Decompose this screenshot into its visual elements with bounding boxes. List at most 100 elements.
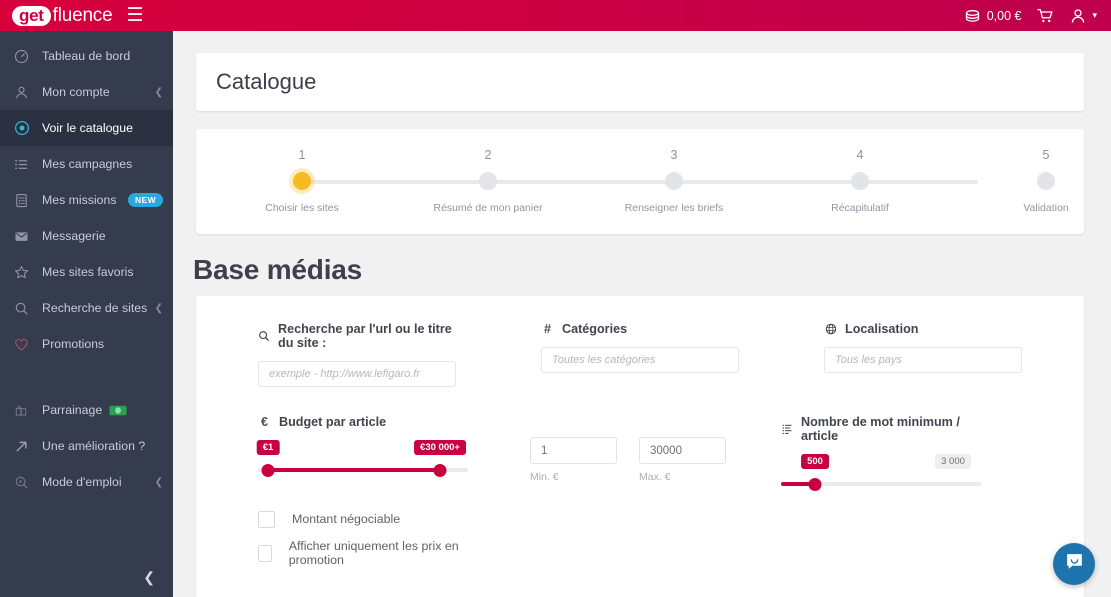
- status-badge-new: NEW: [127, 193, 163, 207]
- step-number: 2: [484, 148, 492, 162]
- sidebar-item-label: Voir le catalogue: [42, 121, 133, 135]
- budget-number-fields: 1 Min. € 30000 Max. €: [530, 415, 726, 570]
- filter-label-text: Catégories: [562, 322, 628, 336]
- sidebar-item-label: Parrainage: [42, 403, 103, 417]
- search-input[interactable]: exemple - http://www.lefigaro.fr: [258, 361, 456, 387]
- sidebar-item-tableau-de-bord[interactable]: Tableau de bord: [0, 38, 173, 74]
- filter-checkboxes: Montant négociable Afficher uniquement l…: [258, 502, 468, 570]
- star-icon: [14, 265, 34, 280]
- top-header-bar: get fluence ☰ 0,00 € ▾: [0, 0, 1111, 31]
- checkbox-row-prix-promotion[interactable]: Afficher uniquement les prix en promotio…: [258, 536, 468, 570]
- budget-min-handle[interactable]: [261, 464, 275, 477]
- max-price-field: 30000 Max. €: [639, 437, 726, 483]
- step-number: 4: [856, 148, 864, 162]
- checkbox-row-montant-negociable[interactable]: Montant négociable: [258, 502, 468, 536]
- sidebar-collapse-button[interactable]: ❮: [0, 557, 173, 597]
- sidebar-item-label: Mes campagnes: [42, 157, 133, 171]
- user-icon: [1070, 8, 1086, 24]
- word-count-slider[interactable]: 500 3 000: [781, 454, 981, 498]
- word-count-handle[interactable]: [808, 478, 822, 491]
- app-root: get fluence ☰ 0,00 € ▾ Tableau de bord M…: [0, 0, 1111, 597]
- step-label: Résumé de mon panier: [433, 202, 543, 214]
- min-price-field: 1 Min. €: [530, 437, 617, 483]
- max-price-label: Max. €: [639, 471, 671, 483]
- step-dot: [1037, 172, 1055, 190]
- stepper-step-3[interactable]: 3 Renseigner les briefs: [599, 129, 749, 214]
- sidebar-item-promotions[interactable]: Promotions: [0, 326, 173, 362]
- sidebar-item-mes-campagnes[interactable]: Mes campagnes: [0, 146, 173, 182]
- sidebar-item-une-amelioration[interactable]: Une amélioration ?: [0, 428, 173, 464]
- sidebar-item-mes-sites-favoris[interactable]: Mes sites favoris: [0, 254, 173, 290]
- filter-budget: € Budget par article €1 €30 000+ Montant…: [256, 415, 468, 570]
- stepper-step-4[interactable]: 4 Récapitulatif: [785, 129, 935, 214]
- filters-card: Recherche par l'url ou le titre du site …: [196, 296, 1084, 597]
- sidebar-item-label: Recherche de sites: [42, 301, 148, 315]
- balance-amount: 0,00 €: [986, 8, 1022, 23]
- search-doc-icon: [14, 475, 34, 490]
- stepper-step-2[interactable]: 2 Résumé de mon panier: [413, 129, 563, 214]
- checkout-stepper-card: 1 Choisir les sites 2 Résumé de mon pani…: [196, 129, 1084, 234]
- page-title-card: Catalogue: [196, 53, 1084, 111]
- min-price-label: Min. €: [530, 471, 559, 483]
- filter-localisation: Localisation Tous les pays: [824, 322, 1022, 387]
- checkbox-label: Montant négociable: [292, 512, 401, 526]
- slider-fill: [268, 468, 440, 472]
- max-price-input[interactable]: 30000: [639, 437, 726, 464]
- list-icon: [14, 157, 34, 172]
- filters-row-sliders: € Budget par article €1 €30 000+ Montant…: [256, 415, 1046, 570]
- step-dot: [851, 172, 869, 190]
- filters-row-top: Recherche par l'url ou le titre du site …: [258, 322, 1046, 387]
- localisation-select[interactable]: Tous les pays: [824, 347, 1022, 373]
- budget-range-slider[interactable]: €1 €30 000+: [256, 440, 468, 484]
- wallet-balance[interactable]: 0,00 €: [964, 8, 1022, 23]
- categories-select[interactable]: Toutes les catégories: [541, 347, 739, 373]
- stepper-step-1[interactable]: 1 Choisir les sites: [227, 129, 377, 214]
- user-icon: [14, 85, 34, 100]
- sidebar-item-voir-le-catalogue[interactable]: Voir le catalogue: [0, 110, 173, 146]
- coins-icon: [964, 9, 981, 23]
- checkbox-prix-promotion[interactable]: [258, 544, 272, 562]
- money-bills-icon: [109, 404, 128, 417]
- sidebar-item-parrainage[interactable]: Parrainage: [0, 392, 173, 428]
- word-count-max-bubble: 3 000: [935, 454, 971, 469]
- min-price-input[interactable]: 1: [530, 437, 617, 464]
- search-icon: [14, 301, 34, 316]
- filter-label-text: Recherche par l'url ou le titre du site …: [278, 322, 452, 350]
- logo[interactable]: get fluence: [0, 0, 113, 31]
- step-dot: [293, 172, 311, 190]
- sidebar-item-label: Mode d'emploi: [42, 475, 122, 489]
- filter-search-site: Recherche par l'url ou le titre du site …: [258, 322, 456, 387]
- sidebar-item-messagerie[interactable]: Messagerie: [0, 218, 173, 254]
- checkbox-label: Afficher uniquement les prix en promotio…: [288, 539, 459, 567]
- sidebar-item-mon-compte[interactable]: Mon compte ❮: [0, 74, 173, 110]
- step-label: Récapitulatif: [831, 202, 889, 214]
- intercom-chat-button[interactable]: [1053, 543, 1095, 585]
- text-lines-icon: [781, 423, 793, 435]
- budget-max-bubble: €30 000+: [414, 440, 466, 455]
- search-icon: [258, 330, 270, 342]
- cart-icon: [1037, 8, 1054, 24]
- hash-icon: #: [543, 322, 551, 336]
- logo-get-text: get: [12, 5, 51, 26]
- dashboard-icon: [14, 49, 34, 64]
- budget-max-handle[interactable]: [433, 464, 447, 477]
- section-heading: Base médias: [193, 254, 363, 285]
- sidebar-divider-space: [0, 362, 173, 392]
- checkbox-montant-negociable[interactable]: [258, 510, 275, 528]
- sidebar-item-mes-missions[interactable]: Mes missions NEW: [0, 182, 173, 218]
- sidebar-item-label: Mes missions: [42, 193, 117, 207]
- stepper-step-5[interactable]: 5 Validation: [971, 129, 1111, 214]
- sidebar-item-recherche-de-sites[interactable]: Recherche de sites ❮: [0, 290, 173, 326]
- envelope-icon: [14, 229, 34, 244]
- step-number: 3: [670, 148, 678, 162]
- cart-button[interactable]: [1037, 8, 1054, 24]
- hamburger-icon[interactable]: ☰: [126, 6, 143, 25]
- step-number: 1: [298, 148, 306, 162]
- euro-icon: €: [260, 415, 268, 429]
- step-dot: [479, 172, 497, 190]
- gift-icon: [14, 403, 34, 417]
- sidebar-item-label: Une amélioration ?: [42, 439, 146, 453]
- sidebar-item-mode-demploi[interactable]: Mode d'emploi ❮: [0, 464, 173, 500]
- word-count-value-bubble: 500: [801, 454, 829, 469]
- account-menu-button[interactable]: ▾: [1070, 8, 1097, 24]
